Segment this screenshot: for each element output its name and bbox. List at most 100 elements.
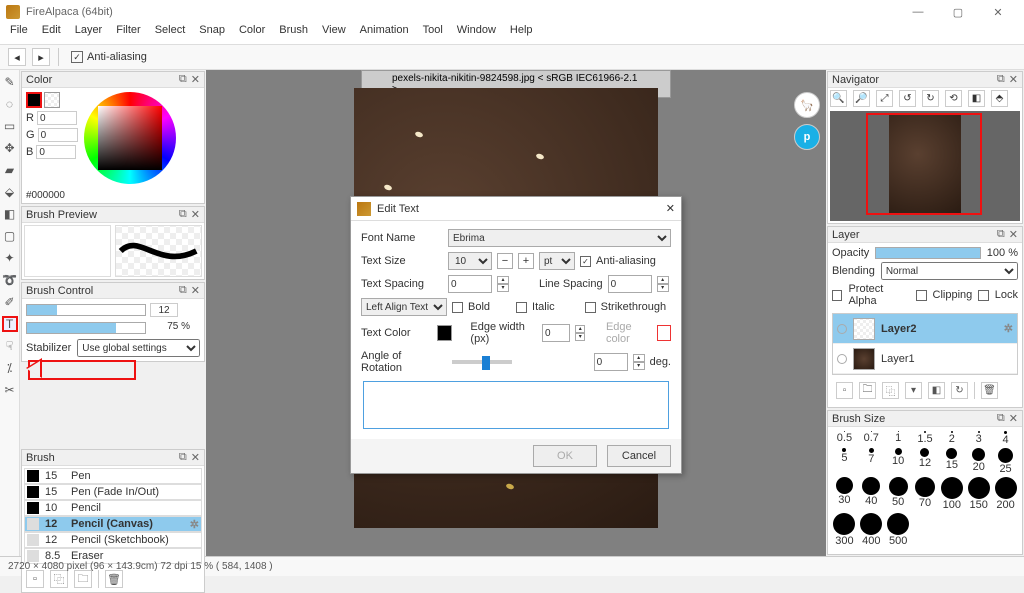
edge-width-input[interactable] xyxy=(542,324,570,342)
folder-brush-button[interactable]: 🗀 xyxy=(74,570,92,588)
delete-brush-button[interactable]: 🗑 xyxy=(105,570,123,588)
fill-tool[interactable]: ▰ xyxy=(2,162,18,178)
brush-size-cell[interactable]: 30 xyxy=(832,477,857,511)
foreground-swatch[interactable] xyxy=(26,92,42,108)
dot-tool[interactable]: ◌ xyxy=(2,96,18,112)
zoom-fit-button[interactable]: ⤢ xyxy=(876,90,893,107)
add-brush-button[interactable]: ▫ xyxy=(26,570,44,588)
text-spacing-input[interactable] xyxy=(448,275,492,293)
bucket-tool[interactable]: ⬙ xyxy=(2,184,18,200)
color-wheel[interactable] xyxy=(84,92,176,184)
menu-edit[interactable]: Edit xyxy=(42,24,61,44)
undock-icon[interactable]: ⧉ xyxy=(179,208,187,221)
rotation-slider[interactable] xyxy=(452,360,512,364)
b-input[interactable] xyxy=(36,145,76,159)
size-minus-button[interactable]: − xyxy=(497,253,513,269)
gear-icon[interactable]: ✲ xyxy=(1004,322,1013,335)
menu-filter[interactable]: Filter xyxy=(116,24,140,44)
r-input[interactable] xyxy=(37,111,77,125)
eraser-tool[interactable]: ▭ xyxy=(2,118,18,134)
rotate-reset-button[interactable]: ⟲ xyxy=(945,90,962,107)
brush-item[interactable]: 12Pencil (Sketchbook) xyxy=(24,532,202,548)
undock-icon[interactable]: ⧉ xyxy=(179,451,187,464)
g-input[interactable] xyxy=(38,128,78,142)
font-name-select[interactable]: Ebrima xyxy=(448,229,671,247)
ok-button[interactable]: OK xyxy=(533,445,597,467)
brush-item[interactable]: 15Pen xyxy=(24,468,202,484)
size-plus-button[interactable]: + xyxy=(518,253,534,269)
flip-v-button[interactable]: ⬘ xyxy=(991,90,1008,107)
move-tool[interactable]: ✥ xyxy=(2,140,18,156)
delete-layer-button[interactable]: 🗑 xyxy=(981,382,998,399)
layer-button-6[interactable]: ↻ xyxy=(951,382,968,399)
close-icon[interactable]: ✕ xyxy=(191,208,200,221)
opacity-slider[interactable] xyxy=(875,247,981,259)
brush-size-cell[interactable]: 300 xyxy=(832,513,857,547)
divide-tool[interactable]: ✂ xyxy=(2,382,18,398)
brush-size-slider[interactable] xyxy=(26,304,146,316)
brush-tool[interactable]: ✎ xyxy=(2,74,18,90)
merge-down-button[interactable]: ▾ xyxy=(905,382,922,399)
navigator-view[interactable] xyxy=(830,111,1020,221)
menu-animation[interactable]: Animation xyxy=(360,24,409,44)
anti-aliasing-dialog-checkbox[interactable]: ✓ xyxy=(580,256,591,267)
p-icon[interactable]: p xyxy=(794,124,820,150)
new-folder-button[interactable]: 🗀 xyxy=(859,382,876,399)
menu-view[interactable]: View xyxy=(322,24,346,44)
visibility-icon[interactable] xyxy=(837,354,847,364)
select-rect-tool[interactable]: ▢ xyxy=(2,228,18,244)
anti-aliasing-checkbox[interactable]: ✓ Anti-aliasing xyxy=(71,51,147,63)
brush-item[interactable]: 12Pencil (Canvas)✲ xyxy=(24,516,202,532)
menu-window[interactable]: Window xyxy=(457,24,496,44)
background-swatch[interactable] xyxy=(44,92,60,108)
minimize-button[interactable]: — xyxy=(898,6,938,18)
brush-opacity-slider[interactable] xyxy=(26,322,146,334)
brush-size-cell[interactable]: 20 xyxy=(966,448,991,475)
lock-checkbox[interactable] xyxy=(978,290,988,301)
brush-size-value[interactable] xyxy=(150,303,178,317)
brush-size-cell[interactable]: 100 xyxy=(939,477,964,511)
text-input-area[interactable] xyxy=(363,381,669,429)
close-icon[interactable]: ✕ xyxy=(1009,228,1018,241)
layer-row[interactable]: Layer1 xyxy=(833,344,1017,374)
brush-size-cell[interactable]: 5 xyxy=(832,448,857,475)
stabilizer-select[interactable]: Use global settings xyxy=(77,339,200,357)
brush-size-cell[interactable]: 400 xyxy=(859,513,884,547)
brush-size-cell[interactable]: 0.7 xyxy=(859,431,884,446)
brush-size-cell[interactable]: 3 xyxy=(966,431,991,446)
strikethrough-checkbox[interactable] xyxy=(585,302,596,313)
select-pen-tool[interactable]: ✐ xyxy=(2,294,18,310)
menu-help[interactable]: Help xyxy=(510,24,533,44)
select-lasso-tool[interactable]: ➰ xyxy=(2,272,18,288)
blending-select[interactable]: Normal xyxy=(881,262,1018,280)
undock-icon[interactable]: ⧉ xyxy=(179,73,187,86)
spinner[interactable]: ▴▾ xyxy=(633,354,645,370)
brush-size-cell[interactable]: 25 xyxy=(993,448,1018,475)
spinner[interactable]: ▴▾ xyxy=(575,325,585,341)
brush-size-cell[interactable]: 1.5 xyxy=(913,431,938,446)
close-icon[interactable]: ✕ xyxy=(1009,412,1018,425)
dialog-close-button[interactable]: ✕ xyxy=(666,202,675,215)
brush-size-cell[interactable]: 15 xyxy=(939,448,964,475)
bold-checkbox[interactable] xyxy=(452,302,463,313)
undock-icon[interactable]: ⧉ xyxy=(997,412,1005,425)
menu-tool[interactable]: Tool xyxy=(423,24,443,44)
brush-size-cell[interactable]: 7 xyxy=(859,448,884,475)
gradient-tool[interactable]: ◧ xyxy=(2,206,18,222)
brush-size-cell[interactable]: 10 xyxy=(886,448,911,475)
brush-size-cell[interactable]: 1 xyxy=(886,431,911,446)
text-tool[interactable]: T xyxy=(2,316,18,332)
spinner[interactable]: ▴▾ xyxy=(657,276,669,292)
brush-size-cell[interactable]: 200 xyxy=(993,477,1018,511)
close-button[interactable]: ✕ xyxy=(978,6,1018,19)
text-size-select[interactable]: 10 xyxy=(448,252,492,270)
zoom-out-button[interactable]: 🔎 xyxy=(853,90,870,107)
menu-snap[interactable]: Snap xyxy=(199,24,225,44)
rotate-cw-button[interactable]: ↻ xyxy=(922,90,939,107)
undock-icon[interactable]: ⧉ xyxy=(997,228,1005,241)
edge-color-chip[interactable] xyxy=(657,325,671,341)
brush-size-cell[interactable]: 2 xyxy=(939,431,964,446)
brush-item[interactable]: 10Pencil xyxy=(24,500,202,516)
menu-color[interactable]: Color xyxy=(239,24,265,44)
close-icon[interactable]: ✕ xyxy=(1009,73,1018,86)
